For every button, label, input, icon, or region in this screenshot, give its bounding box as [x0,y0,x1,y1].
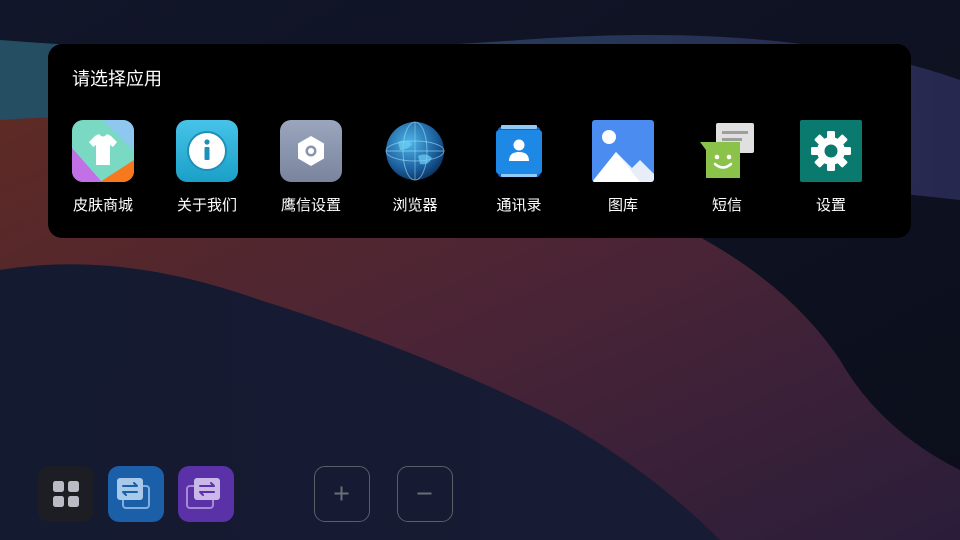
app-label: 浏览器 [392,196,438,214]
app-browser[interactable]: 浏览器 [370,120,460,220]
minus-icon [417,492,432,495]
swap-window-button[interactable] [178,466,234,522]
skin-store-shirt-icon [72,120,134,182]
swap-arrows-icon [117,478,150,509]
app-label: 关于我们 [176,196,237,214]
app-label: 设置 [815,196,846,214]
app-settings[interactable]: 设置 [786,120,876,220]
plus-icon [334,486,349,501]
app-skin-store[interactable]: 皮肤商城 [58,120,148,220]
add-button[interactable] [314,466,370,522]
globe-browser-icon [384,120,446,182]
app-yingxin-settings[interactable]: 鹰信设置 [266,120,356,220]
apps-grid-button[interactable] [38,466,94,522]
picker-title: 请选择应用 [72,69,162,90]
app-label: 图库 [607,196,638,214]
app-gallery[interactable]: 图库 [578,120,668,220]
app-label: 皮肤商城 [72,196,133,214]
hexagon-settings-icon [280,120,342,182]
app-messaging[interactable]: 短信 [682,120,772,220]
app-label: 鹰信设置 [280,196,341,214]
contacts-icon [488,120,550,182]
app-picker-panel: 请选择应用 皮肤商城 关于我们 鹰信设置 浏览器 通讯录 图库 短信 设置 [48,44,911,238]
app-label: 短信 [711,196,742,214]
gear-icon [800,120,862,182]
grid-icon [53,481,79,507]
remove-button[interactable] [397,466,453,522]
messaging-icon [696,120,758,182]
gallery-icon [592,120,654,182]
app-grid: 皮肤商城 关于我们 鹰信设置 浏览器 通讯录 图库 短信 设置 [48,120,911,230]
switch-window-button[interactable] [108,466,164,522]
app-contacts[interactable]: 通讯录 [474,120,564,220]
info-icon [176,120,238,182]
app-about-us[interactable]: 关于我们 [162,120,252,220]
swap-arrows-icon [186,478,220,509]
app-label: 通讯录 [496,196,542,214]
